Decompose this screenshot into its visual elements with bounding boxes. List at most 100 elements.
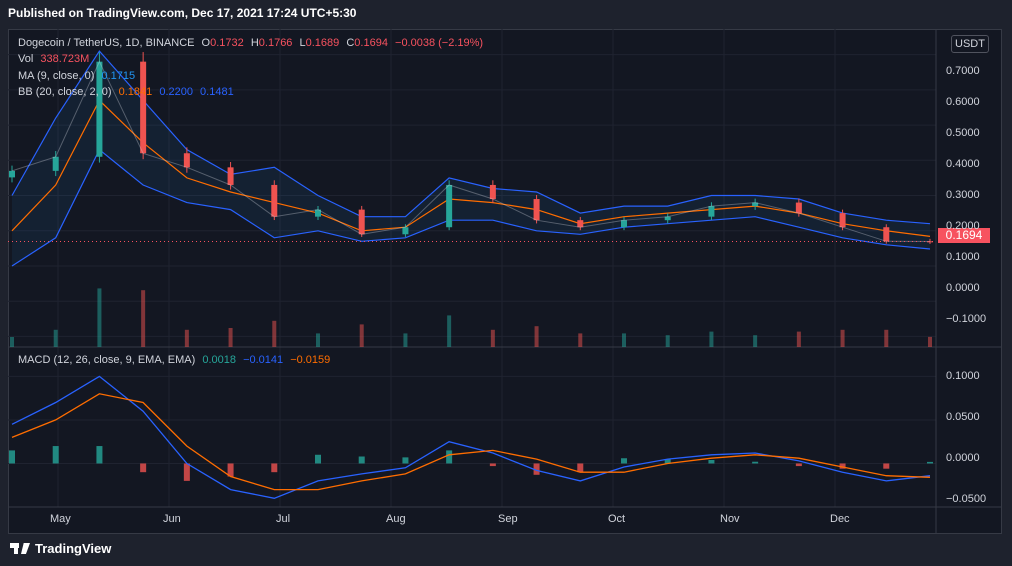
legend-low-label: L (299, 37, 306, 49)
legend-open: 0.1732 (210, 37, 244, 49)
published-header: Published on TradingView.com, Dec 17, 20… (8, 6, 357, 20)
volume-bar (272, 320, 277, 347)
legend-volume-row[interactable]: Vol 338.723M (18, 53, 93, 65)
tradingview-logo[interactable]: TradingView (10, 541, 111, 556)
volume-bar (796, 331, 801, 347)
legend-macd-label: MACD (12, 26, close, 9, EMA, EMA) (18, 354, 196, 366)
volume-bar (447, 315, 452, 347)
candle-body (402, 227, 409, 235)
volume-bar (316, 333, 320, 347)
time-label-sep: Sep (498, 513, 518, 525)
time-label-oct: Oct (608, 513, 626, 525)
macd-histogram-bar (140, 463, 147, 473)
legend-low: 0.1689 (305, 37, 340, 49)
candle-body (271, 184, 278, 217)
price-tick: 0.6000 (946, 96, 980, 108)
macd-histogram-bar (96, 446, 103, 464)
legend-close: 0.1694 (354, 37, 388, 49)
legend-macd-signal: −0.0159 (290, 354, 331, 366)
price-tick: 0.3000 (946, 189, 980, 201)
macd-histogram-bar (927, 461, 933, 464)
candle-body (358, 209, 365, 235)
macd-histogram-bar (752, 461, 759, 464)
bb-band-fill (12, 51, 930, 266)
macd-histogram-bar (271, 463, 278, 473)
candle-body (183, 153, 190, 168)
legend-ma-row[interactable]: MA (9, close, 0) 0.1715 (18, 70, 139, 82)
volume-bar (53, 329, 58, 347)
price-tick: 0.0000 (946, 282, 980, 294)
volume-bar (665, 335, 670, 347)
volume-bar (928, 336, 932, 347)
candle-body (227, 167, 234, 185)
legend-macd-hist: 0.0018 (202, 354, 236, 366)
legend-bb-lower: 0.1481 (200, 86, 234, 98)
volume-bar (884, 329, 889, 347)
brand-name: TradingView (35, 541, 112, 556)
legend-bb-basis: 0.1841 (118, 86, 153, 98)
legend-volume-value: 338.723M (40, 53, 90, 65)
macd-histogram-bar (883, 463, 890, 469)
legend-ma-value: 0.1715 (101, 70, 136, 82)
volume-bar (403, 333, 408, 347)
macd-histogram-bar (708, 459, 715, 464)
time-label-nov: Nov (720, 513, 740, 525)
legend-bb-upper: 0.2200 (159, 86, 193, 98)
macd-histogram-bar (621, 458, 627, 464)
legend-bb-label: BB (20, close, 2, 0) (18, 86, 112, 98)
macd-tick: 0.0000 (946, 452, 980, 464)
volume-bar (534, 326, 539, 347)
legend-open-label: O (201, 37, 211, 49)
macd-histogram-bar (315, 454, 321, 464)
time-label-aug: Aug (386, 513, 406, 525)
tradingview-logo-icon (10, 543, 30, 554)
volume-bar (578, 333, 583, 347)
legend-symbol[interactable]: Dogecoin / TetherUS, 1D, BINANCE (18, 37, 194, 49)
legend-high-label: H (250, 37, 259, 49)
volume-bar (490, 329, 495, 347)
price-tick: 0.4000 (946, 158, 980, 170)
currency-button[interactable]: USDT (951, 35, 989, 53)
candle-body (446, 184, 453, 228)
volume-bar (359, 324, 364, 347)
legend-symbol-row: Dogecoin / TetherUS, 1D, BINANCE O0.1732… (18, 37, 487, 49)
candle-body (795, 202, 802, 214)
chart-canvas[interactable] (8, 29, 1002, 534)
candle-body (621, 220, 627, 228)
macd-tick: −0.0500 (946, 493, 987, 505)
legend-change: −0.0038 (−2.19%) (395, 37, 484, 49)
candle-body (9, 170, 15, 178)
legend-volume-label: Vol (18, 53, 34, 65)
candle-body (489, 184, 496, 200)
candle-body (708, 206, 715, 217)
candle-body (577, 220, 584, 228)
macd-tick: 0.1000 (946, 370, 980, 382)
macd-histogram-bar (795, 463, 802, 467)
macd-histogram-bar (446, 450, 453, 464)
price-tick: 0.7000 (946, 65, 980, 77)
macd-histogram-bar (358, 456, 365, 464)
time-label-jul: Jul (276, 513, 291, 525)
legend-macd-line: −0.0141 (243, 354, 284, 366)
volume-bar (141, 290, 146, 347)
legend-bb-row[interactable]: BB (20, close, 2, 0) 0.1841 0.2200 0.148… (18, 86, 238, 98)
macd-histogram-bar (577, 463, 584, 473)
price-tick: 0.5000 (946, 127, 980, 139)
volume-bar (228, 328, 233, 347)
time-label-jun: Jun (163, 513, 181, 525)
price-tick: 0.2000 (946, 220, 980, 232)
macd-tick: 0.0500 (946, 411, 980, 423)
legend-macd-row[interactable]: MACD (12, 26, close, 9, EMA, EMA) 0.0018… (18, 354, 334, 366)
legend-high: 0.1766 (258, 37, 293, 49)
macd-histogram-bar (183, 463, 190, 481)
macd-histogram-bar (52, 446, 59, 464)
volume-bar (97, 288, 102, 347)
price-tick: −0.1000 (946, 313, 987, 325)
macd-signal-line (11, 393, 931, 491)
candle-body (533, 199, 540, 221)
volume-bar (753, 335, 758, 347)
candle-body (140, 61, 147, 154)
macd-histogram-bar (489, 463, 496, 467)
volume-bar (622, 333, 626, 347)
volume-bar (709, 331, 714, 347)
